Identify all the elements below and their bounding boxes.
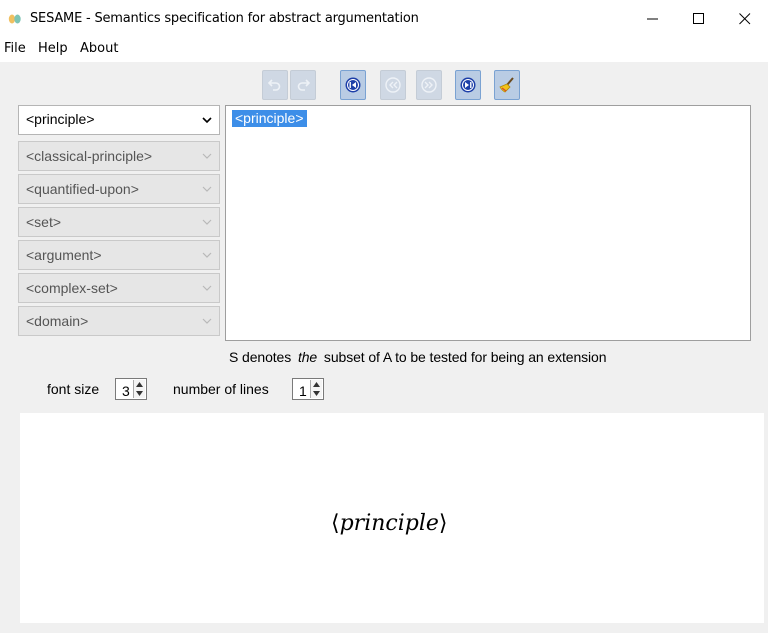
close-button[interactable] [722, 0, 768, 38]
lines-spinner[interactable]: 1 [292, 378, 324, 400]
category-label: <principle> [26, 111, 95, 127]
menu-about[interactable]: About [80, 41, 118, 56]
undo-icon [267, 79, 281, 91]
category-label: <set> [26, 214, 62, 230]
category-label: <argument> [26, 247, 102, 263]
font-size-spinner[interactable]: 3 [115, 378, 147, 400]
clear-button[interactable] [494, 70, 520, 100]
chevron-down-icon [202, 252, 212, 258]
maximize-icon [693, 13, 704, 24]
spin-down-icon[interactable] [313, 391, 320, 396]
formula-text: ⟨principle⟩ [331, 511, 448, 536]
first-icon [345, 77, 361, 93]
window-title: SESAME - Semantics specification for abs… [30, 11, 419, 26]
category-set[interactable]: <set> [18, 207, 220, 237]
last-button[interactable] [455, 70, 481, 100]
redo-icon [297, 79, 311, 91]
description-text: S denotes the subset of A to be tested f… [229, 349, 607, 365]
formula-preview: ⟨principle⟩ [20, 413, 764, 623]
category-label: <quantified-upon> [26, 181, 139, 197]
minimize-icon [647, 18, 658, 20]
category-domain[interactable]: <domain> [18, 306, 220, 336]
spin-up-icon[interactable] [136, 382, 143, 387]
formula-left-bracket: ⟨ [331, 511, 340, 536]
chevron-down-icon [202, 219, 212, 225]
redo-button[interactable] [290, 70, 316, 100]
next-icon [421, 77, 437, 93]
title-bar: SESAME - Semantics specification for abs… [0, 0, 768, 38]
menu-bar: File Help About [0, 38, 768, 62]
minimize-button[interactable] [630, 0, 676, 38]
formula-variable: principle [339, 511, 439, 536]
category-complex-set[interactable]: <complex-set> [18, 273, 220, 303]
lines-value: 1 [299, 383, 307, 399]
chevron-down-icon [202, 186, 212, 192]
selected-token[interactable]: <principle> [232, 110, 307, 127]
font-size-value: 3 [122, 383, 130, 399]
category-label: <classical-principle> [26, 148, 153, 164]
next-button[interactable] [416, 70, 442, 100]
menu-file[interactable]: File [4, 41, 26, 56]
category-quantified-upon[interactable]: <quantified-upon> [18, 174, 220, 204]
formula-right-bracket: ⟩ [438, 511, 448, 536]
description-after: subset of A to be tested for being an ex… [323, 349, 607, 365]
chevron-down-icon [202, 318, 212, 324]
chevron-down-icon [202, 117, 212, 124]
expression-editor[interactable]: <principle> [225, 105, 751, 341]
font-size-spin-buttons[interactable] [133, 380, 145, 398]
lines-label: number of lines [173, 381, 269, 397]
description-emphasis: the [297, 349, 318, 365]
category-classical-principle[interactable]: <classical-principle> [18, 141, 220, 171]
previous-button[interactable] [380, 70, 406, 100]
clear-brush-icon [499, 77, 514, 93]
category-argument[interactable]: <argument> [18, 240, 220, 270]
previous-icon [385, 77, 401, 93]
last-icon [460, 77, 476, 93]
category-label: <domain> [26, 313, 89, 329]
font-size-label: font size [47, 381, 100, 397]
app-icon [8, 14, 21, 24]
maximize-button[interactable] [676, 0, 722, 38]
spin-up-icon[interactable] [313, 382, 320, 387]
first-button[interactable] [340, 70, 366, 100]
spin-down-icon[interactable] [136, 391, 143, 396]
menu-help[interactable]: Help [38, 41, 68, 56]
description-before: S denotes [229, 349, 292, 365]
chevron-down-icon [202, 285, 212, 291]
undo-button[interactable] [262, 70, 288, 100]
category-label: <complex-set> [26, 280, 118, 296]
category-principle[interactable]: <principle> [18, 105, 220, 135]
close-icon [739, 13, 751, 25]
chevron-down-icon [202, 153, 212, 159]
lines-spin-buttons[interactable] [310, 380, 322, 398]
